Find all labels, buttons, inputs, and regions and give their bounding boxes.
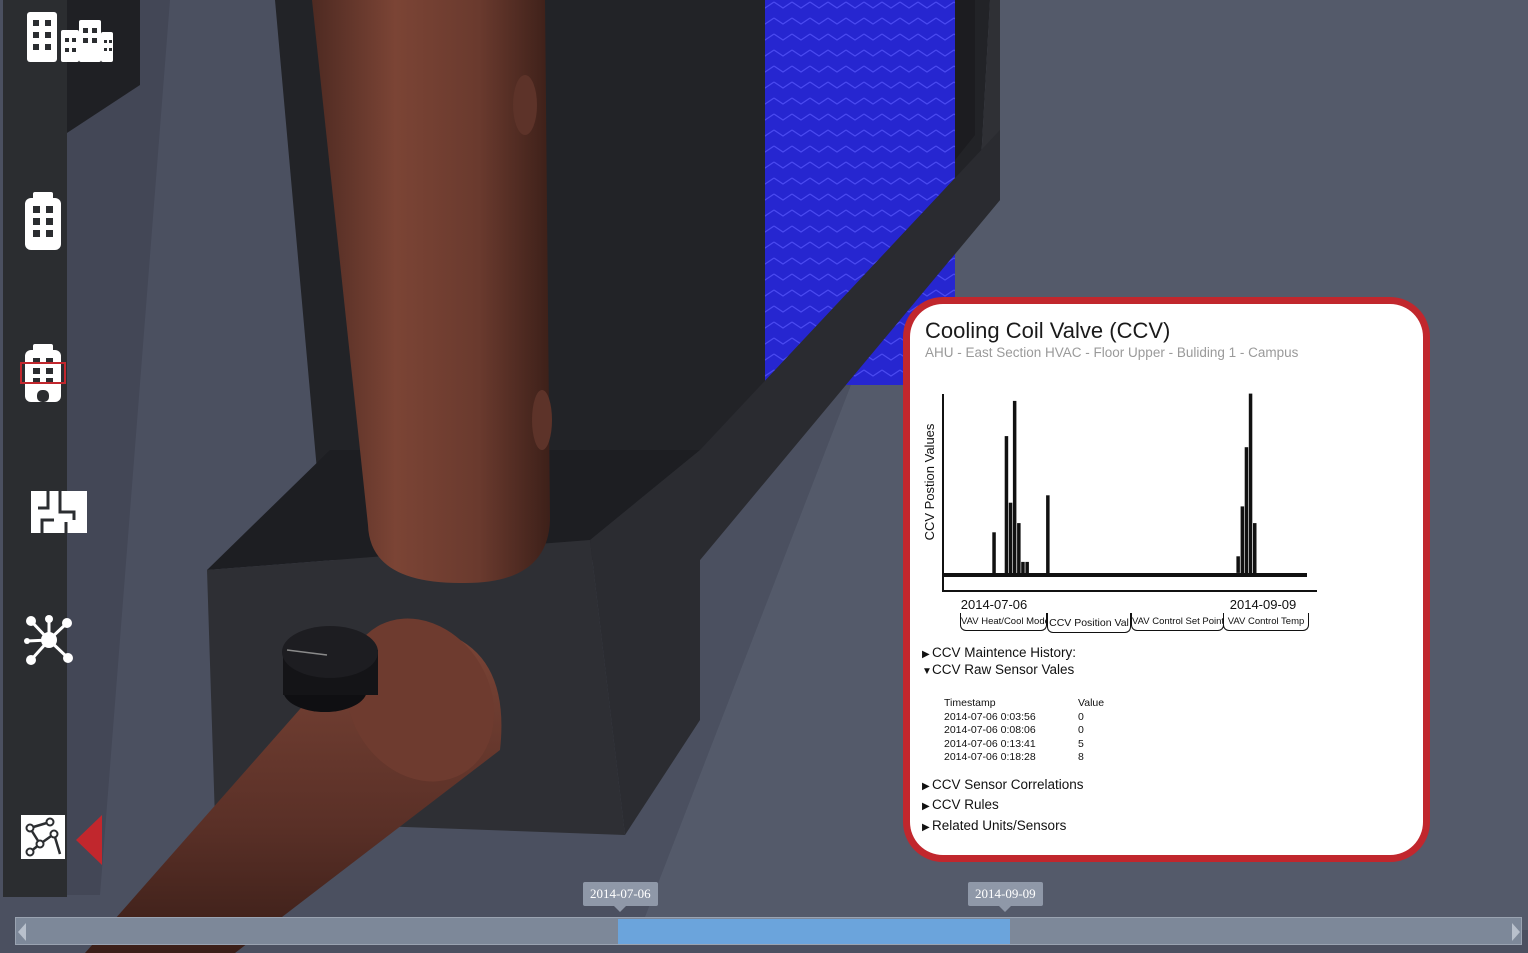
expand-triangle-icon: ▶: [922, 649, 930, 660]
cell-value: 5: [1078, 737, 1084, 750]
chart-bar: [1012, 400, 1017, 573]
building-icon[interactable]: [23, 190, 63, 252]
x-tick-label-end: 2014-09-09: [1230, 597, 1297, 609]
panel-title: Cooling Coil Valve (CCV): [925, 318, 1171, 343]
selected-floor-highlight: [20, 362, 66, 384]
cell-value: 0: [1078, 710, 1084, 723]
sensor-info-panel-body: Cooling Coil Valve (CCV) AHU - East Sect…: [910, 304, 1423, 855]
panel-breadcrumb: AHU - East Section HVAC - Floor Upper - …: [925, 345, 1299, 360]
collapse-triangle-icon: ▼: [922, 666, 932, 677]
ccv-position-chart: CCV Postion Values 2014-07-06 2014-09-09: [922, 393, 1317, 609]
cell-value: 0: [1078, 724, 1084, 736]
timeline-end-label[interactable]: 2014-09-09: [968, 882, 1043, 912]
table-row: 2014-07-06 0:13:41 5: [944, 738, 1104, 752]
expand-triangle-icon: ▶: [922, 822, 930, 833]
tab-vav-control-temp[interactable]: VAV Control Temp: [1223, 613, 1309, 631]
section-maintenance-history[interactable]: ▶ CCV Maintence History:: [922, 645, 1076, 660]
x-tick-label-start: 2014-07-06: [961, 597, 1028, 609]
chart-bar: [1253, 523, 1257, 574]
sensor-network-icon[interactable]: [20, 814, 66, 860]
floor-plan-icon[interactable]: [30, 490, 88, 534]
chart-bar: [1021, 561, 1025, 573]
timeline-left-arrow-icon[interactable]: [18, 921, 26, 943]
cell-timestamp: 2014-07-06 0:03:56: [944, 710, 1036, 723]
expand-triangle-icon: ▶: [922, 781, 930, 792]
network-hub-icon[interactable]: [24, 614, 74, 666]
cell-timestamp: 2014-07-06 0:08:06: [944, 724, 1036, 736]
table-row: 2014-07-06 0:03:56 0: [944, 711, 1104, 725]
expand-triangle-icon: ▶: [922, 801, 930, 812]
section-label: CCV Raw Sensor Vales: [932, 662, 1075, 677]
chart-bar: [1236, 556, 1240, 573]
raw-sensor-table: Timestamp Value 2014-07-06 0:03:56 0 201…: [944, 697, 1104, 765]
column-header-value: Value: [1078, 697, 1105, 709]
chart-bar: [1240, 506, 1245, 573]
cell-timestamp: 2014-07-06 0:18:28: [944, 751, 1036, 763]
table-header-row: Timestamp Value: [944, 697, 1104, 711]
chart-bar: [1046, 495, 1050, 573]
timeline-selected-range[interactable]: [617, 919, 1010, 944]
chart-bars: [992, 393, 1257, 574]
table-row: 2014-07-06 0:08:06 0: [944, 724, 1104, 738]
tab-vav-heat-cool-mode[interactable]: VAV Heat/Cool Mode: [960, 613, 1050, 631]
section-ccv-rules[interactable]: ▶ CCV Rules: [922, 797, 999, 812]
section-sensor-correlations[interactable]: ▶ CCV Sensor Correlations: [922, 777, 1084, 792]
tab-vav-control-set-point[interactable]: VAV Control Set Point: [1131, 613, 1224, 631]
chart-bar: [1008, 502, 1013, 573]
sensor-info-panel: Cooling Coil Valve (CCV) AHU - East Sect…: [903, 297, 1430, 862]
campus-buildings-icon[interactable]: [25, 8, 115, 64]
section-related-units[interactable]: ▶ Related Units/Sensors: [922, 818, 1066, 833]
chart-bar: [1244, 447, 1249, 573]
section-label: CCV Maintence History:: [932, 645, 1077, 660]
timeline-right-arrow-icon[interactable]: [1512, 921, 1520, 943]
cell-timestamp: 2014-07-06 0:13:41: [944, 737, 1036, 750]
chart-bar: [1004, 436, 1009, 573]
timeline-start-label[interactable]: 2014-07-06: [583, 882, 658, 912]
cell-value: 8: [1078, 751, 1084, 763]
chart-bar: [1248, 393, 1253, 573]
column-header-timestamp: Timestamp: [944, 697, 996, 709]
active-pointer-arrow-icon: [76, 815, 102, 865]
tab-ccv-position-val[interactable]: CCV Position Val: [1047, 613, 1131, 633]
sidebar: [3, 0, 67, 897]
chart-bar: [992, 532, 996, 573]
chart-bar: [1017, 523, 1021, 574]
chart-bar: [1025, 561, 1029, 573]
chart-y-axis-label: CCV Postion Values: [922, 423, 937, 540]
table-row: 2014-07-06 0:18:28 8: [944, 751, 1104, 765]
section-label: CCV Sensor Correlations: [932, 777, 1084, 792]
section-label: CCV Rules: [932, 797, 999, 812]
section-label: Related Units/Sensors: [932, 818, 1067, 833]
section-raw-sensor-values[interactable]: ▼CCV Raw Sensor Vales: [922, 662, 1074, 677]
